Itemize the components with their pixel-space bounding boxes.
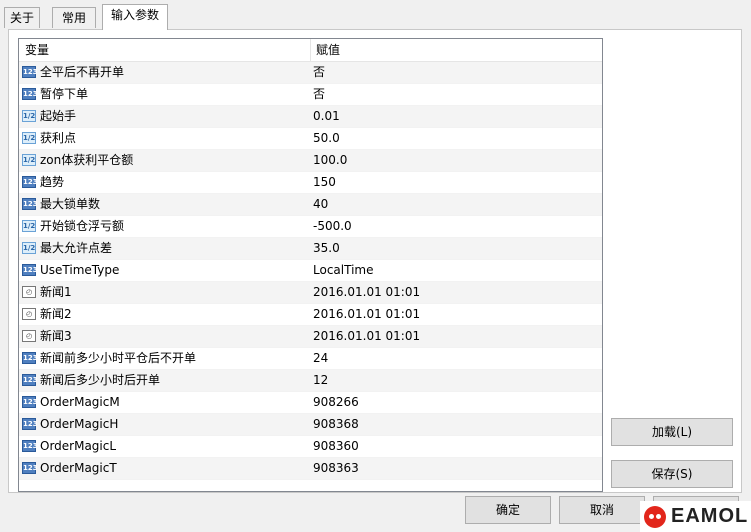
parameter-row[interactable]: 123 最大锁单数 40 xyxy=(19,194,602,216)
parameter-name: 新闻后多少小时后开单 xyxy=(40,373,161,387)
parameter-row[interactable]: 1/2 最大允许点差 35.0 xyxy=(19,238,602,260)
parameter-name: 全平后不再开单 xyxy=(40,65,125,79)
tab-common[interactable]: 常用 xyxy=(52,7,96,28)
double-type-icon: 1/2 xyxy=(22,242,36,254)
parameter-rows: 123 全平后不再开单否 123 暂停下单否 1/2 起始手 0.01 1/2 获利点 50.0 1… xyxy=(19,62,602,480)
integer-type-icon: 123 xyxy=(22,264,38,276)
column-divider[interactable] xyxy=(310,39,311,61)
integer-type-icon: 123 xyxy=(22,88,38,100)
parameter-value[interactable]: 2016.01.01 01:01 xyxy=(313,304,420,325)
parameter-row[interactable]: 123 OrderMagicM 908266 xyxy=(19,392,602,414)
parameter-value[interactable]: 12 xyxy=(313,370,328,391)
parameters-grid[interactable]: 变量 赋值 123 全平后不再开单否 123 暂停下单否 1/2 起始手 0.01 1/2 获利… xyxy=(18,38,603,492)
parameter-value[interactable]: 908368 xyxy=(313,414,359,435)
parameter-name: 新闻3 xyxy=(40,329,72,343)
parameter-row[interactable]: ◴ 新闻2 2016.01.01 01:01 xyxy=(19,304,602,326)
parameter-value[interactable]: -500.0 xyxy=(313,216,352,237)
integer-type-icon: 123 xyxy=(22,374,38,386)
parameter-row[interactable]: ◴ 新闻1 2016.01.01 01:01 xyxy=(19,282,602,304)
parameter-name: OrderMagicM xyxy=(40,395,120,409)
double-type-icon: 1/2 xyxy=(22,132,36,144)
parameter-row[interactable]: 123 新闻前多少小时平仓后不开单 24 xyxy=(19,348,602,370)
parameter-value[interactable]: 2016.01.01 01:01 xyxy=(313,282,420,303)
integer-type-icon: 123 xyxy=(22,198,38,210)
parameter-value[interactable]: 100.0 xyxy=(313,150,347,171)
parameter-value[interactable]: 24 xyxy=(313,348,328,369)
tab-inputs[interactable]: 输入参数 xyxy=(102,4,168,30)
integer-type-icon: 123 xyxy=(22,396,38,408)
parameter-value[interactable]: 40 xyxy=(313,194,328,215)
parameter-row[interactable]: 123 全平后不再开单 否 xyxy=(19,62,602,84)
double-type-icon: 1/2 xyxy=(22,220,36,232)
integer-type-icon: 123 xyxy=(22,352,38,364)
parameter-value[interactable]: 50.0 xyxy=(313,128,340,149)
parameter-value[interactable]: 150 xyxy=(313,172,336,193)
double-type-icon: 1/2 xyxy=(22,110,36,122)
integer-type-icon: 123 xyxy=(22,176,38,188)
parameter-value[interactable]: 35.0 xyxy=(313,238,340,259)
parameter-value[interactable]: 2016.01.01 01:01 xyxy=(313,326,420,347)
integer-type-icon: 123 xyxy=(22,66,38,78)
parameter-name: 新闻前多少小时平仓后不开单 xyxy=(40,351,197,365)
parameter-name: 新闻2 xyxy=(40,307,72,321)
tab-about[interactable]: 关于 xyxy=(4,7,40,28)
parameter-row[interactable]: 1/2 获利点 50.0 xyxy=(19,128,602,150)
parameter-row[interactable]: 123 趋势 150 xyxy=(19,172,602,194)
parameter-name: 暂停下单 xyxy=(40,87,89,101)
datetime-type-icon: ◴ xyxy=(22,308,36,320)
parameter-row[interactable]: 123 暂停下单 否 xyxy=(19,84,602,106)
column-header-value[interactable]: 赋值 xyxy=(316,39,340,61)
logo-text: EAMOL xyxy=(671,505,749,527)
parameter-row[interactable]: 1/2 起始手 0.01 xyxy=(19,106,602,128)
parameter-value[interactable]: 0.01 xyxy=(313,106,340,127)
parameter-row[interactable]: 123 OrderMagicH 908368 xyxy=(19,414,602,436)
datetime-type-icon: ◴ xyxy=(22,330,36,342)
parameter-name: 起始手 xyxy=(40,109,77,123)
parameter-row[interactable]: 1/2 开始锁仓浮亏额 -500.0 xyxy=(19,216,602,238)
parameter-name: OrderMagicL xyxy=(40,439,117,453)
eamol-watermark: EAMOL xyxy=(640,501,751,532)
integer-type-icon: 123 xyxy=(22,440,38,452)
datetime-type-icon: ◴ xyxy=(22,286,36,298)
parameter-name: 最大允许点差 xyxy=(40,241,113,255)
parameter-row[interactable]: 123 UseTimeType LocalTime xyxy=(19,260,602,282)
parameter-name: UseTimeType xyxy=(40,263,120,277)
parameter-row[interactable]: 123 OrderMagicL 908360 xyxy=(19,436,602,458)
column-header-variable[interactable]: 变量 xyxy=(25,39,49,61)
parameter-value[interactable]: LocalTime xyxy=(313,260,373,281)
cancel-button[interactable]: 取消 xyxy=(559,496,645,524)
parameter-value[interactable]: 否 xyxy=(313,84,325,105)
grid-header: 变量 赋值 xyxy=(19,39,602,62)
parameter-value[interactable]: 908266 xyxy=(313,392,359,413)
parameter-name: 趋势 xyxy=(40,175,65,189)
parameter-row[interactable]: ◴ 新闻3 2016.01.01 01:01 xyxy=(19,326,602,348)
parameter-name: OrderMagicH xyxy=(40,417,119,431)
parameter-value[interactable]: 908363 xyxy=(313,458,359,479)
parameter-value[interactable]: 908360 xyxy=(313,436,359,457)
ok-button[interactable]: 确定 xyxy=(465,496,551,524)
parameter-name: zon体获利平仓额 xyxy=(40,153,134,167)
parameter-row[interactable]: 123 OrderMagicT 908363 xyxy=(19,458,602,480)
double-type-icon: 1/2 xyxy=(22,154,36,166)
load-button[interactable]: 加载(L) xyxy=(611,418,733,446)
parameter-row[interactable]: 1/2 zon体获利平仓额 100.0 xyxy=(19,150,602,172)
parameter-row[interactable]: 123 新闻后多少小时后开单 12 xyxy=(19,370,602,392)
save-button[interactable]: 保存(S) xyxy=(611,460,733,488)
robot-logo-icon xyxy=(644,505,666,528)
parameter-name: 获利点 xyxy=(40,131,77,145)
parameter-name: 开始锁仓浮亏额 xyxy=(40,219,125,233)
integer-type-icon: 123 xyxy=(22,462,38,474)
parameter-value[interactable]: 否 xyxy=(313,62,325,83)
parameter-name: 最大锁单数 xyxy=(40,197,101,211)
integer-type-icon: 123 xyxy=(22,418,38,430)
parameter-name: OrderMagicT xyxy=(40,461,117,475)
parameter-name: 新闻1 xyxy=(40,285,72,299)
